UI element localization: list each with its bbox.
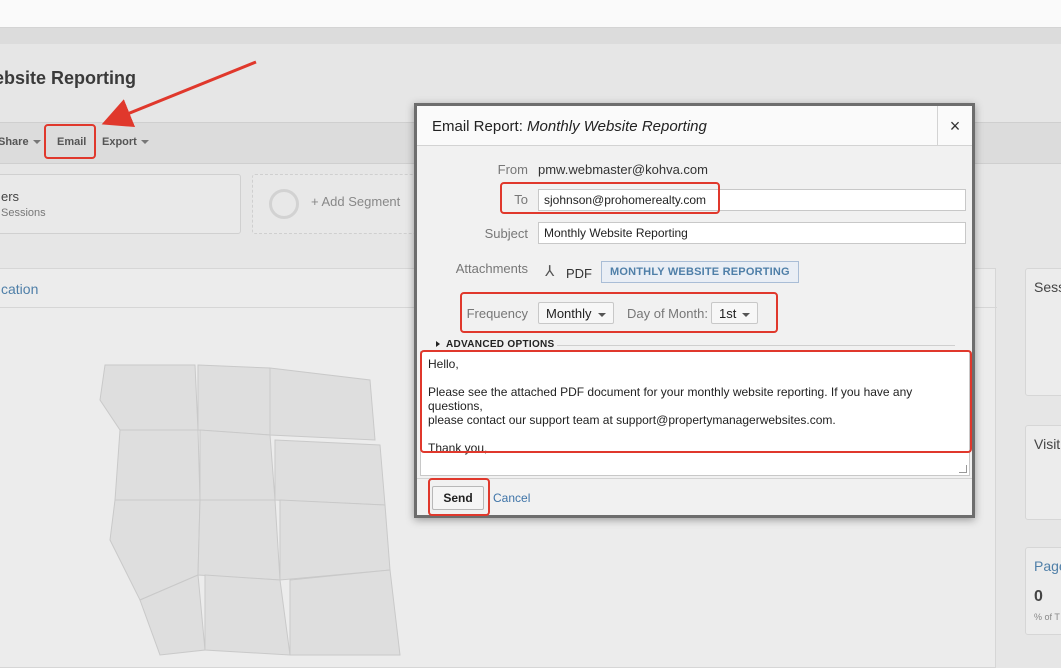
subject-field[interactable]: [538, 222, 966, 244]
frequency-highlight-box: [460, 292, 778, 333]
attachment-type: PDF: [566, 266, 592, 281]
attachments-label: Attachments: [455, 261, 528, 276]
resize-grip-icon[interactable]: [959, 465, 967, 473]
send-highlight-box: [428, 478, 490, 516]
from-value: pmw.webmaster@kohva.com: [538, 162, 708, 177]
dialog-header: Email Report: Monthly Website Reporting …: [417, 106, 972, 146]
subject-label: Subject: [484, 226, 528, 241]
advanced-divider: [557, 345, 955, 346]
message-highlight-box: [420, 350, 972, 453]
from-label: From: [497, 162, 528, 177]
email-report-dialog: Email Report: Monthly Website Reporting …: [414, 103, 975, 518]
close-icon[interactable]: ×: [937, 106, 972, 146]
advanced-options-toggle[interactable]: ADVANCED OPTIONS: [436, 339, 555, 350]
pdf-icon: ⅄: [545, 263, 555, 280]
dialog-title-report: Monthly Website Reporting: [527, 118, 707, 135]
advanced-options-label: ADVANCED OPTIONS: [446, 339, 555, 350]
cancel-link[interactable]: Cancel: [493, 491, 530, 505]
dialog-title-prefix: Email Report:: [432, 118, 523, 135]
dialog-title: Email Report: Monthly Website Reporting: [432, 118, 707, 135]
footer-divider: [417, 478, 972, 479]
triangle-right-icon: [436, 341, 440, 348]
attachment-button[interactable]: MONTHLY WEBSITE REPORTING: [601, 261, 799, 283]
to-highlight-box: [500, 182, 720, 214]
